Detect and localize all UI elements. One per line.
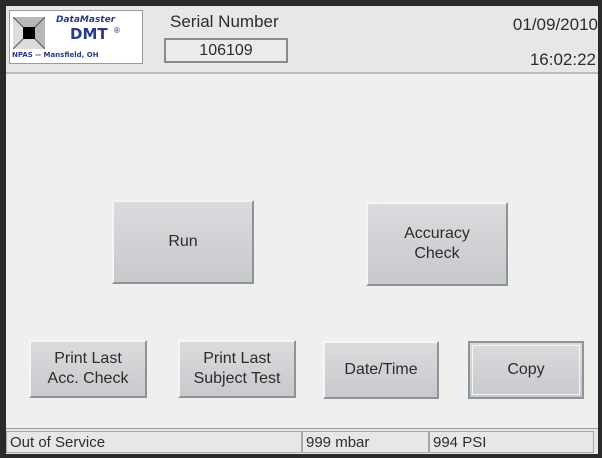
serial-number-field: 106109 [164,38,288,63]
print-last-subject-test-button[interactable]: Print Last Subject Test [178,340,296,398]
serial-number-label: Serial Number [170,12,279,31]
header-bar: DataMaster DMT ® NPAS -- Mansfield, OH S… [6,6,598,74]
print-last-acc-check-label-line1: Print Last [54,350,122,367]
print-last-subject-test-label-line1: Print Last [203,350,271,367]
date-time-button[interactable]: Date/Time [323,341,439,399]
accuracy-check-button[interactable]: Accuracy Check [366,202,508,286]
datamaster-logo: DataMaster DMT ® NPAS -- Mansfield, OH [9,10,143,64]
accuracy-check-label-line1: Accuracy [404,225,470,242]
logo-location-text: NPAS -- Mansfield, OH [12,51,99,59]
time-display: 16:02:22 [529,50,596,69]
logo-brand-text: DataMaster [56,15,116,25]
print-last-acc-check-label-line2: Acc. Check [47,370,129,387]
logo-model-name: DMT [70,25,108,43]
run-button[interactable]: Run [112,200,254,284]
print-last-acc-check-button[interactable]: Print Last Acc. Check [29,340,147,398]
instrument-status: Out of Service [6,431,302,453]
pressure-mbar-readout: 999 mbar [302,431,429,453]
datamaster-logo-icon [13,17,45,49]
logo-model-text: DMT ® [70,25,121,43]
accuracy-check-label-line2: Check [414,245,460,262]
copy-button[interactable]: Copy [468,341,584,399]
print-last-subject-test-label-line2: Subject Test [193,370,281,387]
registered-mark: ® [112,26,121,35]
device-screen: DataMaster DMT ® NPAS -- Mansfield, OH S… [6,6,598,454]
date-display: 01/09/2010 [512,15,598,34]
pressure-psi-readout: 994 PSI [429,431,594,453]
status-bar: Out of Service 999 mbar 994 PSI [6,428,598,454]
